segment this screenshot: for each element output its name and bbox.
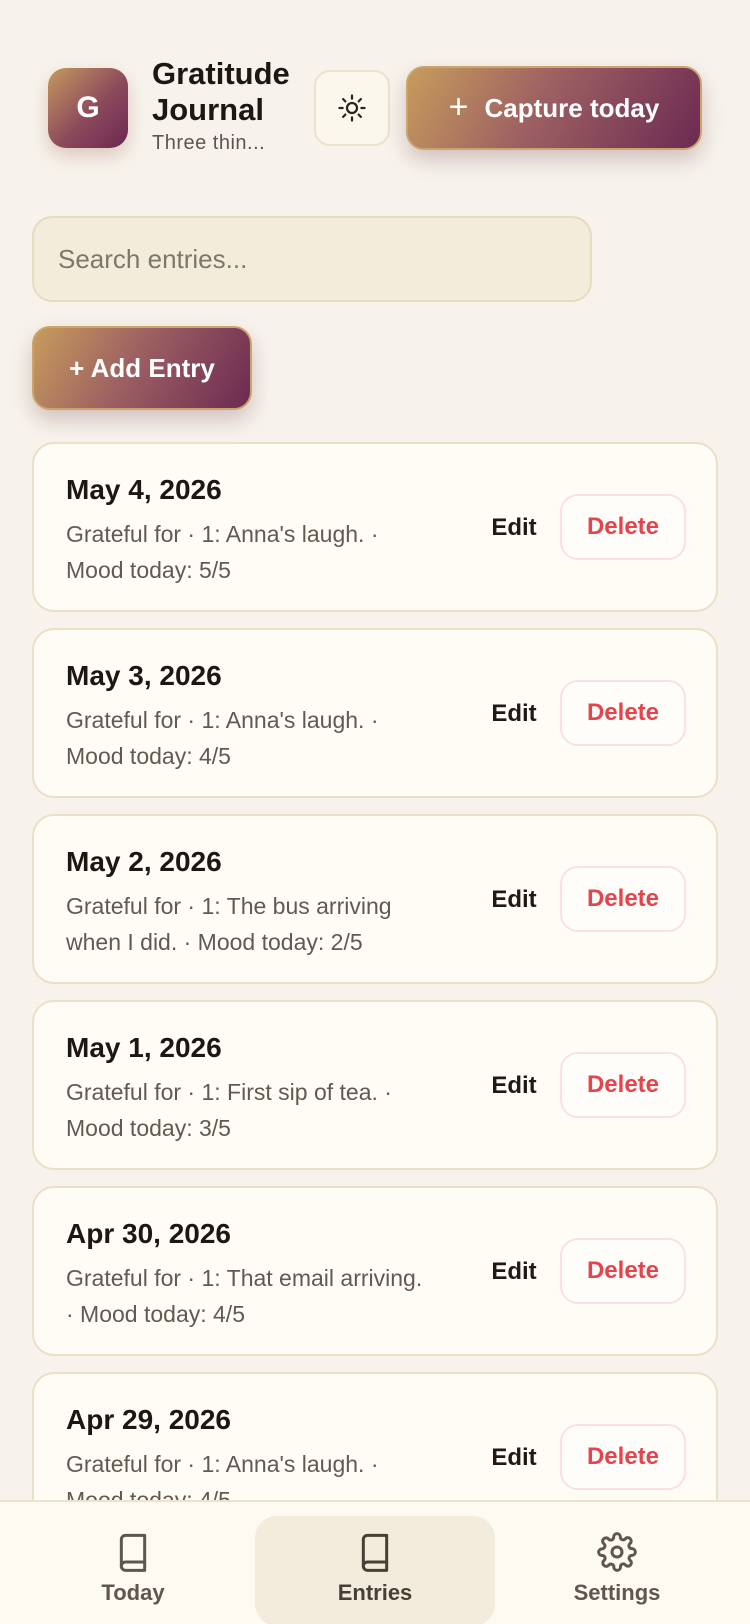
delete-button[interactable]: Delete bbox=[560, 1052, 686, 1118]
entry-summary: Grateful for · 1: Anna's laugh. · Mood t… bbox=[66, 521, 379, 583]
search-input[interactable] bbox=[32, 216, 592, 302]
entry-card[interactable]: May 1, 2026 Grateful for · 1: First sip … bbox=[32, 1000, 718, 1170]
add-entry-label: + Add Entry bbox=[69, 352, 215, 383]
app-logo: G bbox=[48, 68, 128, 148]
book-icon bbox=[361, 1533, 389, 1572]
theme-toggle-button[interactable] bbox=[314, 70, 390, 146]
edit-button[interactable]: Edit bbox=[474, 1436, 554, 1480]
edit-button[interactable]: Edit bbox=[474, 878, 554, 922]
edit-button[interactable]: Edit bbox=[474, 692, 554, 736]
sun-icon bbox=[338, 94, 366, 122]
edit-button[interactable]: Edit bbox=[474, 506, 554, 550]
nav-item-entries[interactable]: Entries bbox=[255, 1516, 495, 1624]
nav-label-today: Today bbox=[101, 1580, 165, 1605]
bottom-nav: Today Entries Settings bbox=[0, 1500, 750, 1624]
title-block: Gratitude Journal Three thin... bbox=[152, 56, 302, 155]
nav-item-today[interactable]: Today bbox=[13, 1516, 253, 1624]
logo-letter: G bbox=[76, 91, 100, 124]
app-title: Gratitude Journal bbox=[152, 56, 290, 127]
entry-card[interactable]: Apr 30, 2026 Grateful for · 1: That emai… bbox=[32, 1186, 718, 1356]
nav-label-entries: Entries bbox=[337, 1580, 413, 1605]
entry-card[interactable]: May 3, 2026 Grateful for · 1: Anna's lau… bbox=[32, 628, 718, 798]
add-entry-button[interactable]: + Add Entry bbox=[32, 326, 252, 410]
entry-summary: Grateful for · 1: That email arriving. ·… bbox=[66, 1265, 423, 1327]
edit-button[interactable]: Edit bbox=[474, 1250, 554, 1294]
delete-button[interactable]: Delete bbox=[560, 494, 686, 560]
app-header: G Gratitude Journal Three thin... + Capt… bbox=[0, 0, 750, 190]
book-icon bbox=[119, 1533, 147, 1572]
delete-button[interactable]: Delete bbox=[560, 1238, 686, 1304]
plus-icon: + bbox=[448, 87, 469, 126]
entry-summary: Grateful for · 1: The bus arriving when … bbox=[66, 893, 392, 955]
nav-item-settings[interactable]: Settings bbox=[497, 1516, 737, 1624]
capture-today-label: Capture today bbox=[484, 92, 660, 123]
entry-summary: Grateful for · 1: Anna's laugh. · Mood t… bbox=[66, 707, 379, 769]
edit-button[interactable]: Edit bbox=[474, 1064, 554, 1108]
entry-card[interactable]: May 2, 2026 Grateful for · 1: The bus ar… bbox=[32, 814, 718, 984]
delete-button[interactable]: Delete bbox=[560, 866, 686, 932]
entry-card[interactable]: May 4, 2026 Grateful for · 1: Anna's lau… bbox=[32, 442, 718, 612]
gear-icon bbox=[597, 1532, 637, 1572]
capture-today-button[interactable]: + Capture today bbox=[406, 66, 702, 150]
entries-list: May 4, 2026 Grateful for · 1: Anna's lau… bbox=[32, 442, 718, 1558]
entry-summary: Grateful for · 1: First sip of tea. · Mo… bbox=[66, 1079, 392, 1141]
delete-button[interactable]: Delete bbox=[560, 1424, 686, 1490]
delete-button[interactable]: Delete bbox=[560, 680, 686, 746]
app-subtitle: Three thin... bbox=[152, 132, 266, 154]
nav-label-settings: Settings bbox=[573, 1580, 661, 1605]
